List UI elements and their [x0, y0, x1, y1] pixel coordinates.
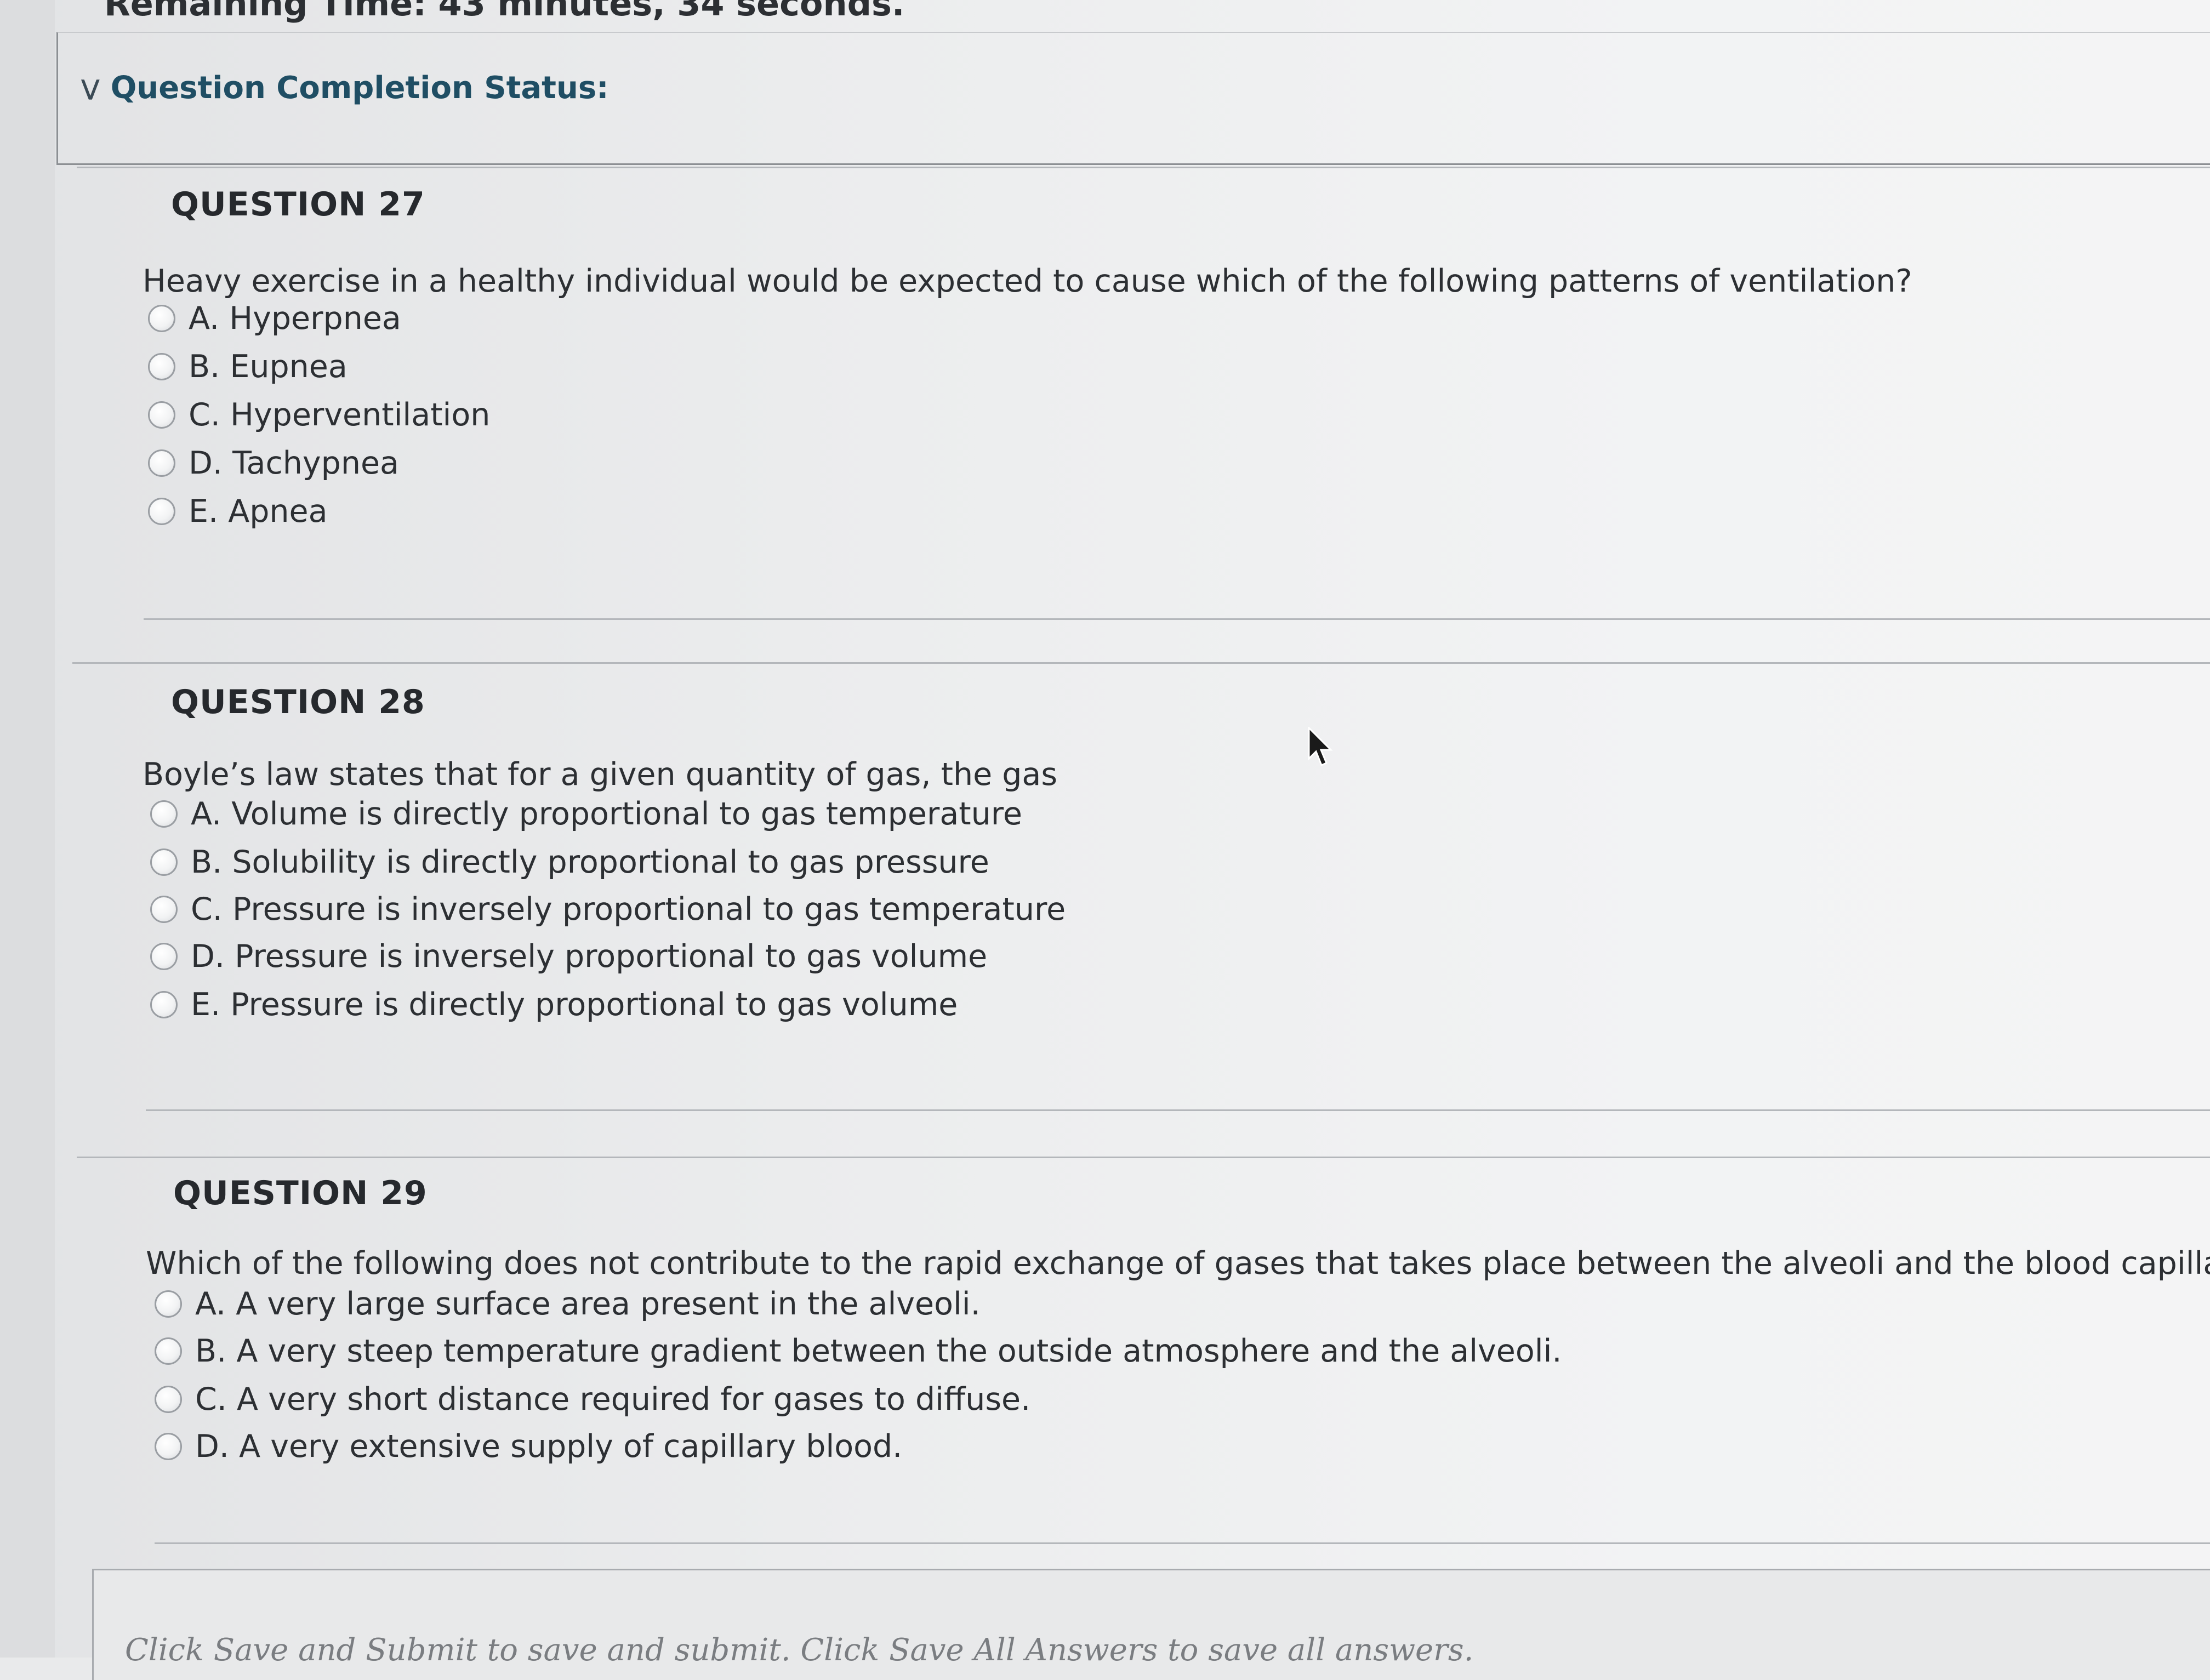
answer-label: A. Hyperpnea — [189, 300, 401, 337]
left-gutter — [0, 0, 55, 1658]
answer-label: B. Solubility is directly proportional t… — [191, 844, 989, 880]
completion-status-label: Question Completion Status: — [110, 70, 609, 106]
answer-option[interactable]: A. A very large surface area present in … — [155, 1286, 981, 1322]
answer-label: B. Eupnea — [189, 349, 348, 385]
divider — [146, 1109, 2210, 1111]
divider — [155, 1542, 2210, 1544]
answer-label: A. Volume is directly proportional to ga… — [191, 796, 1022, 832]
question-text: Boyle’s law states that for a given quan… — [143, 756, 1058, 793]
answer-label: C. Pressure is inversely proportional to… — [191, 891, 1066, 927]
answer-label: C. A very short distance required for ga… — [195, 1381, 1031, 1417]
radio-button[interactable] — [150, 848, 178, 876]
answer-option[interactable]: E. Apnea — [148, 493, 328, 529]
answer-label: D. Pressure is inversely proportional to… — [191, 938, 988, 975]
answer-label: E. Apnea — [189, 493, 328, 529]
radio-button[interactable] — [150, 800, 178, 828]
remaining-time: Remaining Time: 43 minutes, 34 seconds. — [104, 0, 905, 24]
divider — [144, 618, 2210, 620]
radio-button[interactable] — [150, 896, 178, 923]
completion-status-toggle[interactable]: ⋁ Question Completion Status: — [81, 70, 609, 106]
answer-option[interactable]: C. A very short distance required for ga… — [155, 1381, 1030, 1417]
answer-option[interactable]: D. Tachypnea — [148, 445, 399, 481]
answer-option[interactable]: D. A very extensive supply of capillary … — [155, 1428, 902, 1465]
radio-button[interactable] — [155, 1386, 182, 1413]
answer-label: A. A very large surface area present in … — [195, 1286, 981, 1322]
radio-button[interactable] — [148, 498, 175, 525]
answer-label: D. Tachypnea — [189, 445, 399, 481]
answer-label: E. Pressure is directly proportional to … — [191, 987, 958, 1023]
answer-option[interactable]: C. Pressure is inversely proportional to… — [150, 891, 1066, 927]
answer-option[interactable]: B. Solubility is directly proportional t… — [150, 844, 989, 880]
divider — [72, 662, 2210, 664]
chevron-down-icon: ⋁ — [81, 75, 100, 101]
radio-button[interactable] — [148, 401, 175, 429]
question-text: Heavy exercise in a healthy individual w… — [143, 263, 1912, 299]
answer-label: C. Hyperventilation — [189, 397, 491, 433]
divider — [77, 167, 2210, 168]
answer-option[interactable]: A. Hyperpnea — [148, 300, 401, 337]
answer-label: D. A very extensive supply of capillary … — [195, 1428, 903, 1465]
answer-option[interactable]: E. Pressure is directly proportional to … — [150, 987, 958, 1023]
answer-option[interactable]: A. Volume is directly proportional to ga… — [150, 796, 1022, 832]
radio-button[interactable] — [155, 1290, 182, 1318]
question-number: QUESTION 27 — [171, 185, 425, 224]
radio-button[interactable] — [150, 991, 178, 1018]
radio-button[interactable] — [148, 449, 175, 477]
radio-button[interactable] — [155, 1337, 182, 1365]
question-number: QUESTION 28 — [171, 683, 425, 721]
radio-button[interactable] — [155, 1433, 182, 1460]
mouse-cursor-icon — [1308, 727, 1333, 767]
radio-button[interactable] — [148, 305, 175, 332]
question-number: QUESTION 29 — [173, 1174, 428, 1212]
answer-option[interactable]: D. Pressure is inversely proportional to… — [150, 938, 987, 975]
question-text: Which of the following does not contribu… — [146, 1245, 2210, 1282]
answer-option[interactable]: B. A very steep temperature gradient bet… — [155, 1333, 1562, 1369]
radio-button[interactable] — [150, 943, 178, 970]
divider — [77, 1157, 2210, 1158]
radio-button[interactable] — [148, 353, 175, 380]
answer-label: B. A very steep temperature gradient bet… — [195, 1333, 1562, 1369]
answer-option[interactable]: B. Eupnea — [148, 349, 348, 385]
submit-instructions: Click Save and Submit to save and submit… — [125, 1632, 1474, 1668]
exam-page: Remaining Time: 43 minutes, 34 seconds. … — [0, 0, 2210, 1680]
answer-option[interactable]: C. Hyperventilation — [148, 397, 490, 433]
